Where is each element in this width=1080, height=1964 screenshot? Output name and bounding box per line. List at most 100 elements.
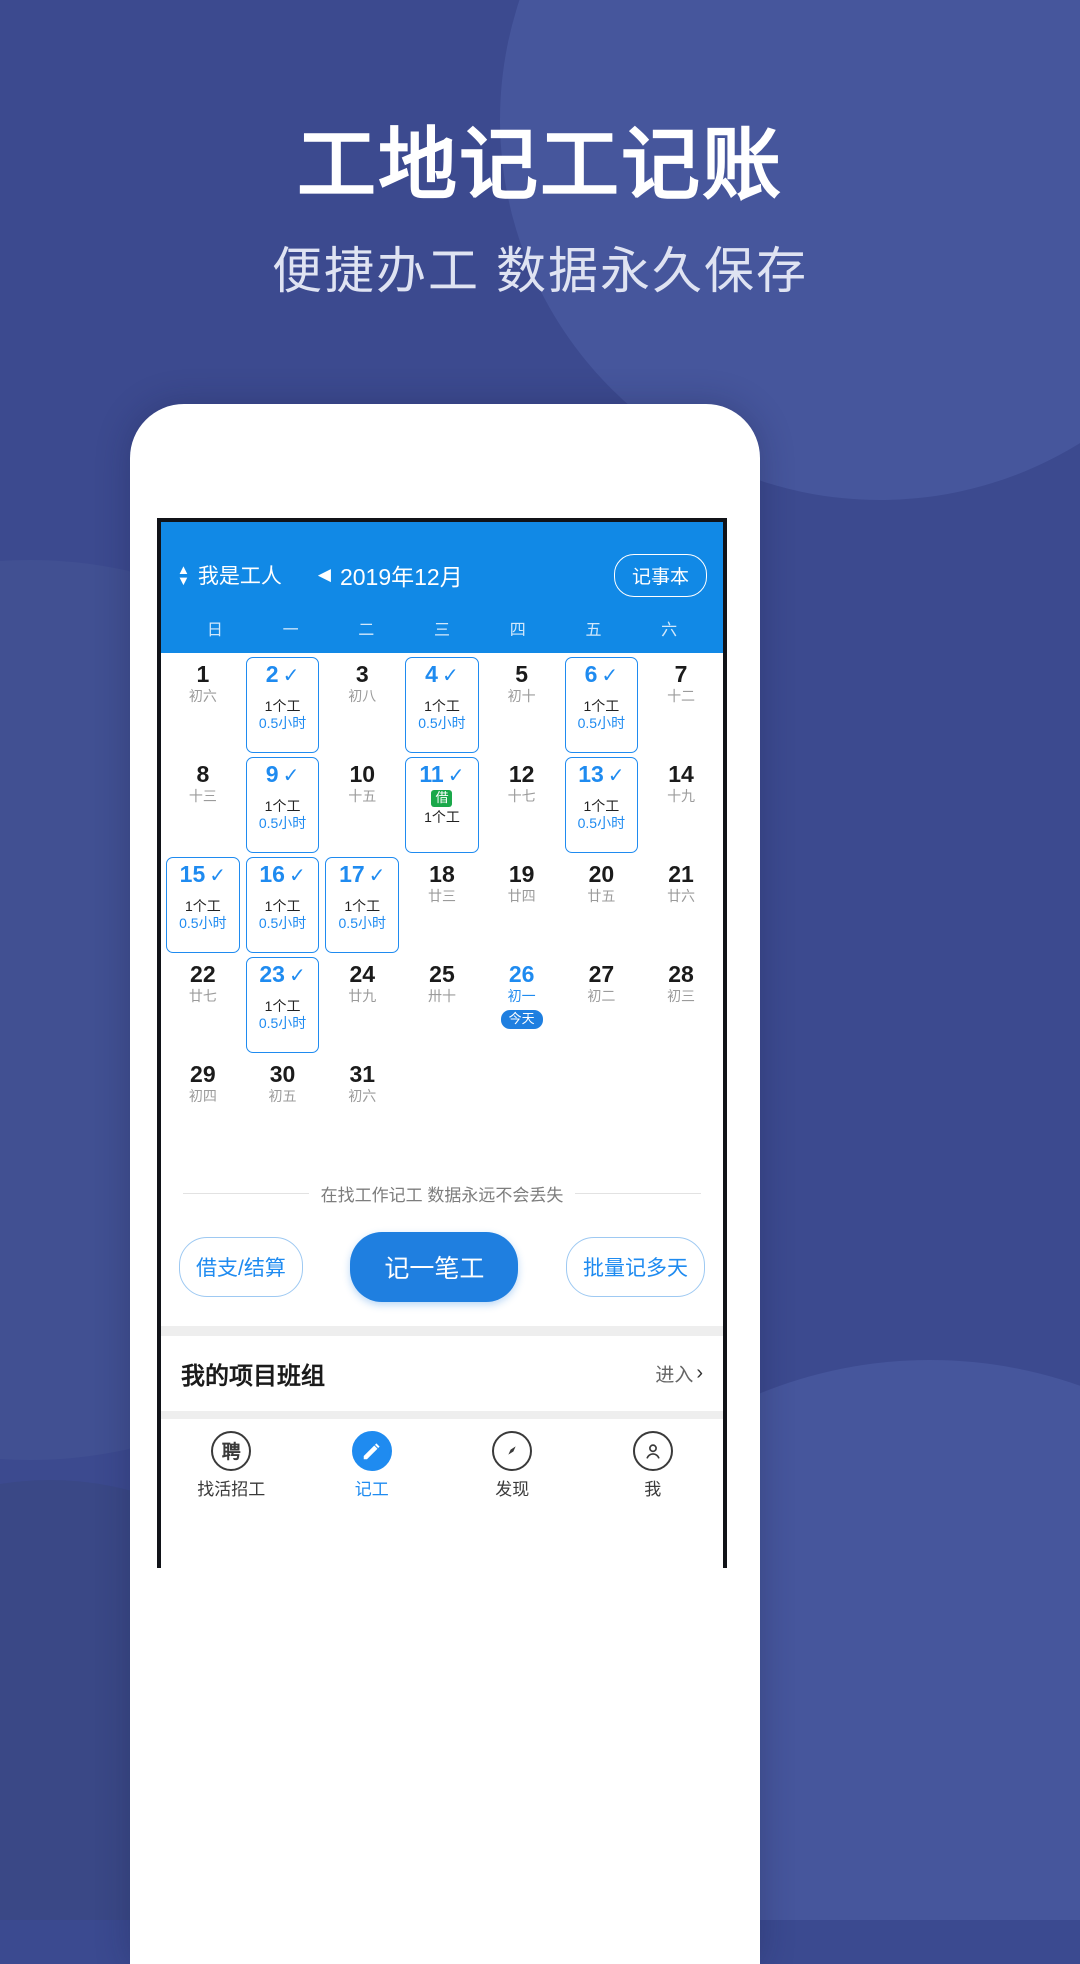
day-work-count: 1个工 <box>424 698 460 714</box>
record-work-button[interactable]: 记一笔工 <box>350 1232 519 1302</box>
divider-note-text: 在找工作记工 数据永远不会丢失 <box>320 1186 564 1205</box>
weekday-mon: 一 <box>282 622 299 639</box>
day-lunar: 十二 <box>667 688 696 704</box>
day-work-count: 1个工 <box>583 798 620 814</box>
day-number: 23 ✓ <box>259 961 306 987</box>
day-number: 6 ✓ <box>584 661 619 687</box>
calendar-day-16[interactable]: 16 ✓ 1个工 0.5小时 <box>243 855 323 955</box>
day-lunar: 初五 <box>268 1088 297 1104</box>
calendar-day-17[interactable]: 17 ✓ 1个工 0.5小时 <box>322 855 402 955</box>
calendar-day-31[interactable]: 31 初六 <box>322 1055 402 1155</box>
calendar-day-30[interactable]: 30 初五 <box>243 1055 323 1155</box>
day-lunar: 初十 <box>507 688 536 704</box>
month-selector[interactable]: ◀ 2019年12月 <box>318 558 463 592</box>
compass-icon <box>492 1430 533 1471</box>
batch-record-button[interactable]: 批量记多天 <box>565 1237 705 1297</box>
day-work-hours: 0.5小时 <box>258 715 307 731</box>
day-number: 1 <box>196 661 210 687</box>
calendar-day-7[interactable]: 7 十二 <box>641 655 721 755</box>
day-work-hours: 0.5小时 <box>577 715 626 731</box>
calendar-day-21[interactable]: 21 廿六 <box>641 855 721 955</box>
calendar-day-4[interactable]: 4 ✓ 1个工 0.5小时 <box>402 655 482 755</box>
pencil-icon <box>351 1430 392 1471</box>
check-icon: ✓ <box>288 865 306 887</box>
day-number: 13 ✓ <box>578 761 625 787</box>
day-lunar: 初一 <box>507 988 536 1004</box>
day-work-count: 1个工 <box>264 998 301 1014</box>
calendar-day-5[interactable]: 5 初十 <box>482 655 562 755</box>
day-number: 22 <box>190 961 216 987</box>
calendar-day-26[interactable]: 26 初一 今天 <box>482 955 562 1055</box>
loan-settle-button[interactable]: 借支/结算 <box>179 1237 303 1297</box>
calendar-day-20[interactable]: 20 廿五 <box>562 855 642 955</box>
calendar-day-14[interactable]: 14 十九 <box>641 755 721 855</box>
day-number: 12 <box>508 761 535 787</box>
day-work-count: 1个工 <box>424 809 460 825</box>
day-number: 27 <box>588 961 615 987</box>
calendar-day-8[interactable]: 8 十三 <box>163 755 243 855</box>
calendar-day-10[interactable]: 10 十五 <box>322 755 402 855</box>
day-work-hours: 0.5小时 <box>179 915 227 931</box>
day-lunar: 初三 <box>667 988 696 1004</box>
day-lunar: 十九 <box>667 788 696 804</box>
tab-2[interactable]: 记工 <box>302 1430 443 1500</box>
day-number: 16 ✓ <box>259 861 306 887</box>
calendar-day-12[interactable]: 12 十七 <box>482 755 562 855</box>
calendar-day-1[interactable]: 1 初六 <box>163 655 243 755</box>
day-lunar: 十三 <box>188 788 217 804</box>
calendar-day-28[interactable]: 28 初三 <box>641 955 721 1055</box>
weekday-header: 日 一 二 三 四 五 六 <box>177 602 707 653</box>
calendar-day-25[interactable]: 25 卅十 <box>402 955 482 1055</box>
divider-line-right <box>575 1193 702 1194</box>
day-lunar: 初六 <box>188 688 217 704</box>
tabbar-divider <box>161 1411 723 1419</box>
calendar-day-22[interactable]: 22 廿七 <box>163 955 243 1055</box>
chevron-right-icon: › <box>696 1362 703 1384</box>
day-number: 11 ✓ <box>419 761 465 787</box>
day-number: 30 <box>269 1061 296 1087</box>
calendar-day-3[interactable]: 3 初八 <box>322 655 402 755</box>
calendar-day-11[interactable]: 11 ✓ 借 1个工 <box>402 755 482 855</box>
calendar-day-15[interactable]: 15 ✓ 1个工 0.5小时 <box>163 855 243 955</box>
calendar-day-6[interactable]: 6 ✓ 1个工 0.5小时 <box>562 655 642 755</box>
day-work-hours: 0.5小时 <box>258 1015 307 1031</box>
calendar-day-23[interactable]: 23 ✓ 1个工 0.5小时 <box>243 955 323 1055</box>
weekday-tue: 二 <box>358 622 375 639</box>
calendar-day-2[interactable]: 2 ✓ 1个工 0.5小时 <box>243 655 323 755</box>
calendar-day-19[interactable]: 19 廿四 <box>482 855 562 955</box>
tab-1[interactable]: 聘找活招工 <box>161 1430 302 1500</box>
divider-note: 在找工作记工 数据永远不会丢失 <box>161 1181 723 1206</box>
check-icon: ✓ <box>601 665 619 687</box>
app-header: ▲ ▼ 我是工人 ◀ 2019年12月 记事本 日 一 二 三 四 五 六 <box>161 522 723 653</box>
day-lunar: 初六 <box>348 1088 377 1104</box>
calendar-day-13[interactable]: 13 ✓ 1个工 0.5小时 <box>562 755 642 855</box>
day-number: 29 <box>190 1061 216 1087</box>
day-work-count: 1个工 <box>184 898 221 914</box>
calendar-day-29[interactable]: 29 初四 <box>163 1055 243 1155</box>
calendar-day-9[interactable]: 9 ✓ 1个工 0.5小时 <box>243 755 323 855</box>
promo-headline: 工地记工记账 便捷办工 数据永久保存 <box>0 0 1080 303</box>
calendar-day-24[interactable]: 24 廿九 <box>322 955 402 1055</box>
calendar-day-27[interactable]: 27 初二 <box>562 955 642 1055</box>
day-work-hours: 0.5小时 <box>258 815 307 831</box>
day-lunar: 卅十 <box>427 988 456 1004</box>
tab-4[interactable]: 我 <box>583 1430 724 1500</box>
loan-badge: 借 <box>431 790 453 807</box>
caret-left-icon[interactable]: ◀ <box>318 565 331 585</box>
tab-3[interactable]: 发现 <box>442 1430 583 1500</box>
calendar-day-18[interactable]: 18 廿三 <box>402 855 482 955</box>
day-work-hours: 0.5小时 <box>418 715 466 731</box>
notebook-button[interactable]: 记事本 <box>613 553 707 597</box>
day-lunar: 初八 <box>348 688 377 704</box>
section-divider <box>161 1326 723 1336</box>
day-number: 17 ✓ <box>339 861 386 887</box>
day-number: 19 <box>508 861 535 887</box>
weekday-sun: 日 <box>206 622 223 639</box>
role-switcher[interactable]: ▲ ▼ 我是工人 <box>177 560 282 590</box>
my-project-row[interactable]: 我的项目班组 进入 › <box>161 1336 723 1411</box>
page-title: 工地记工记账 <box>297 120 783 209</box>
day-number: 5 <box>515 661 529 687</box>
enter-link[interactable]: 进入 › <box>655 1360 703 1387</box>
day-number: 24 <box>349 961 376 987</box>
day-number: 18 <box>429 861 455 887</box>
